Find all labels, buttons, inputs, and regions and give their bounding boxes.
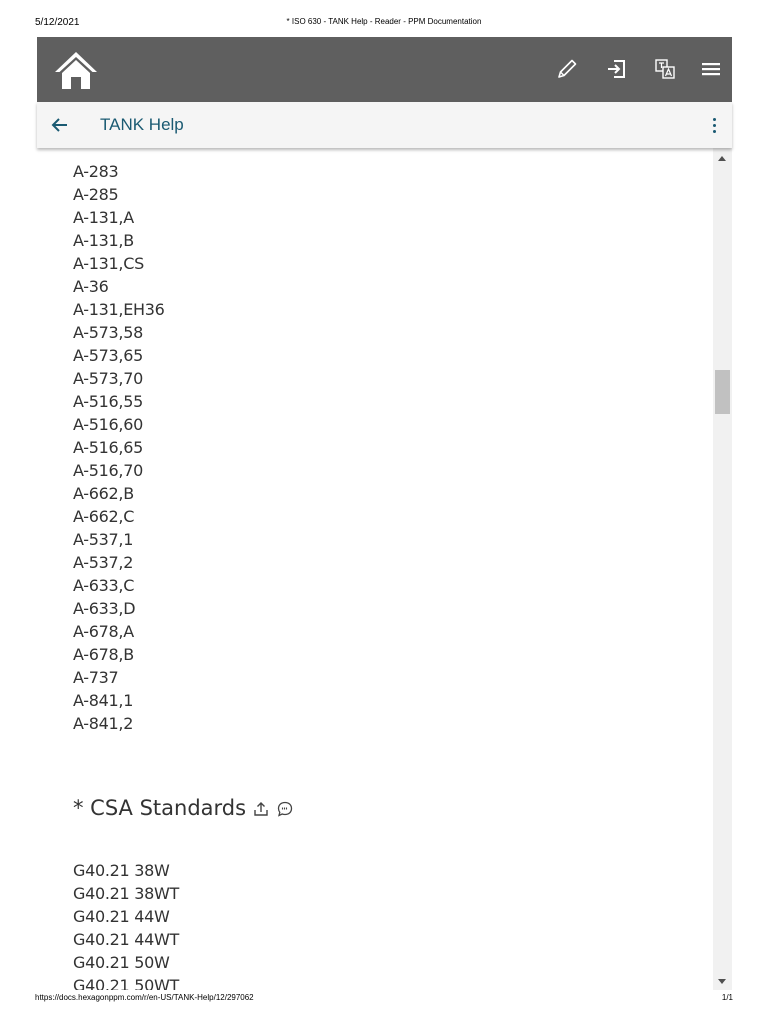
list-item: A-678,A [73,622,134,641]
list-item: G40.21 44W [73,907,170,926]
list-item: A-516,60 [73,415,143,434]
list-item: A-662,B [73,484,134,503]
astm-list: A-283 A-285 A-131,A A-131,B A-131,CS A-36 A-13… [73,160,165,735]
list-item: A-537,2 [73,553,134,572]
list-item: A-737 [73,668,119,687]
csa-list: G40.21 38W G40.21 38WT G40.21 44W G40.21 44… [73,859,179,990]
edit-button[interactable] [553,55,581,83]
list-item: A-131,B [73,231,134,250]
list-item: A-841,2 [73,714,134,733]
list-item: G40.21 44WT [73,930,179,949]
print-page-number: 1/1 [721,993,733,1002]
list-item: A-131,CS [73,254,144,273]
vertical-scrollbar[interactable] [713,148,732,990]
print-url: https://docs.hexagonppm.com/r/en-US/TANK… [35,993,254,1002]
content-area: A-283 A-285 A-131,A A-131,B A-131,CS A-36 A-13… [37,148,713,990]
list-item: A-283 [73,162,119,181]
list-item: A-573,65 [73,346,143,365]
top-toolbar [37,37,732,102]
page-title: TANK Help [100,115,184,134]
list-item: A-633,C [73,576,135,595]
list-item: A-131,EH36 [73,300,165,319]
list-item: G40.21 38W [73,861,170,880]
list-item: G40.21 50WT [73,976,179,990]
list-item: G40.21 38WT [73,884,179,903]
list-item: A-285 [73,185,119,204]
scroll-down-arrow-icon[interactable] [718,979,726,984]
sign-in-button[interactable] [603,55,631,83]
app-bar: TANK Help [37,102,732,148]
arrow-left-icon [51,118,67,132]
home-icon [55,52,97,89]
scrollbar-thumb[interactable] [715,370,730,414]
list-item: A-516,65 [73,438,143,457]
translate-icon [655,59,675,79]
list-item: A-678,B [73,645,134,664]
share-icon[interactable] [252,799,270,817]
list-item: A-516,70 [73,461,143,480]
list-item: A-662,C [73,507,135,526]
home-button[interactable] [52,49,100,91]
csa-heading-text: * CSA Standards [73,796,247,820]
pencil-icon [558,59,577,78]
menu-button[interactable] [697,55,725,83]
sign-in-icon [608,60,625,78]
print-title: * ISO 630 - TANK Help - Reader - PPM Doc… [286,17,482,26]
list-item: A-573,70 [73,369,143,388]
list-item: A-537,1 [73,530,134,549]
feedback-icon[interactable] [276,799,294,817]
list-item: A-633,D [73,599,136,618]
page: 5/12/2021 * ISO 630 - TANK Help - Reader… [0,0,768,1024]
back-button[interactable] [49,114,71,136]
list-item: A-573,58 [73,323,143,342]
scroll-up-arrow-icon[interactable] [718,156,726,161]
more-options-button[interactable] [708,115,720,137]
csa-section-heading: * CSA Standards [73,796,294,820]
menu-icon [702,63,720,76]
list-item: A-841,1 [73,691,134,710]
list-item: A-131,A [73,208,134,227]
list-item: A-36 [73,277,109,296]
translate-button[interactable] [651,55,679,83]
list-item: G40.21 50W [73,953,170,972]
kebab-icon [708,118,720,133]
list-item: A-516,55 [73,392,143,411]
